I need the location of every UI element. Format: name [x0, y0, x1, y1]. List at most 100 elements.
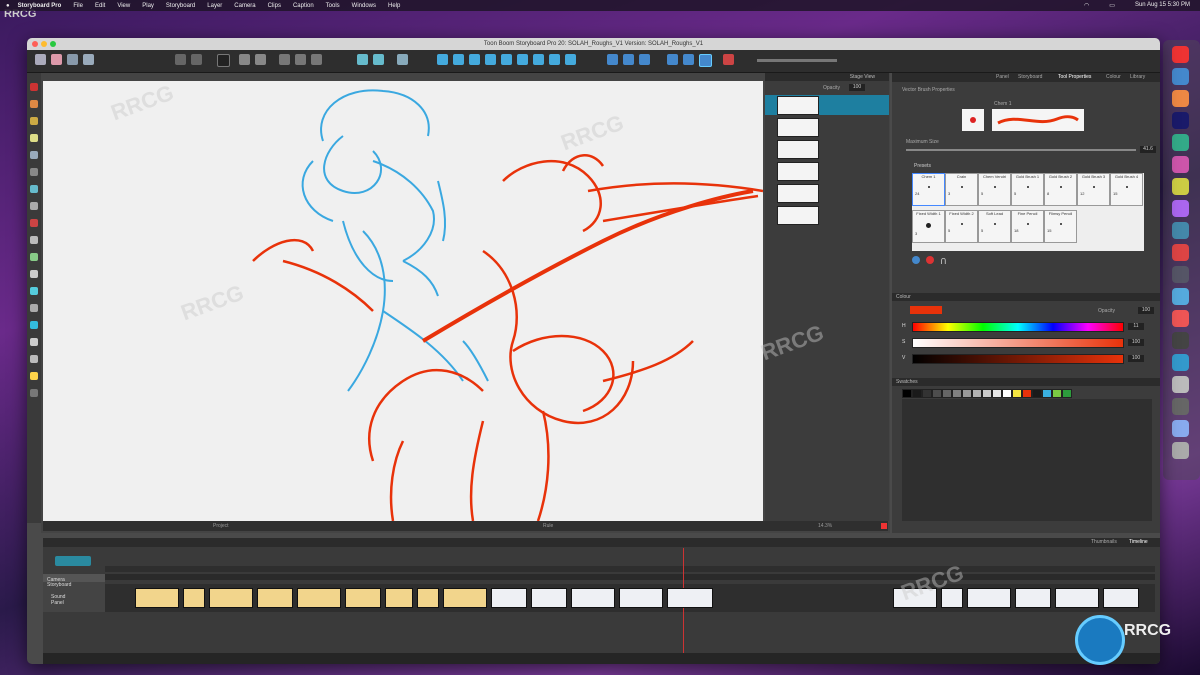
storyboard-panel-thumb[interactable] — [257, 588, 293, 608]
storyboard-panel-thumb[interactable] — [443, 588, 487, 608]
brush-preset-cell[interactable]: Crain 3 — [945, 173, 978, 206]
opacity-input[interactable]: 100 — [849, 84, 865, 91]
tab-thumbnails[interactable]: Thumbnails — [1091, 539, 1117, 545]
menu-play[interactable]: Play — [142, 3, 154, 9]
tool-icon[interactable] — [30, 389, 38, 397]
tool-icon[interactable] — [30, 168, 38, 176]
layer-thumbnail[interactable] — [777, 184, 819, 203]
colour-swatch[interactable] — [1022, 389, 1032, 398]
colour-opacity-input[interactable]: 100 — [1138, 307, 1154, 314]
camera-track-bar[interactable] — [105, 574, 1155, 580]
brush-preset-cell[interactable]: Gold Brush 2 8 — [1044, 173, 1077, 206]
storyboard-panel-thumb[interactable] — [1103, 588, 1139, 608]
tool-icon[interactable] — [30, 287, 38, 295]
tool-icon[interactable] — [30, 100, 38, 108]
play-first-icon[interactable] — [607, 54, 618, 65]
current-colour-swatch[interactable] — [910, 306, 942, 314]
colour-swatch[interactable] — [942, 389, 952, 398]
light-table-icon[interactable] — [279, 54, 290, 65]
timeline-controls[interactable] — [55, 556, 91, 566]
brush-dot-preview[interactable] — [962, 109, 984, 131]
brush-preset-cell[interactable]: Gold Brush 3 12 — [1077, 173, 1110, 206]
hue-input[interactable]: 11 — [1128, 323, 1144, 330]
menu-camera[interactable]: Camera — [234, 3, 255, 9]
brush-preset-cell[interactable]: Soft Lead 5 — [978, 210, 1011, 243]
loop-icon[interactable] — [667, 54, 678, 65]
tool-icon[interactable] — [30, 304, 38, 312]
brush-preset-cell[interactable]: Gold Brush 1 5 — [1011, 173, 1044, 206]
tab-panel[interactable]: Panel — [996, 74, 1009, 80]
redo-icon[interactable] — [191, 54, 202, 65]
colour-swatch[interactable] — [982, 389, 992, 398]
tool-icon[interactable] — [30, 134, 38, 142]
dock-app-icon[interactable] — [1172, 420, 1189, 437]
camera-3d-icon[interactable] — [397, 54, 408, 65]
tool-icon[interactable] — [30, 236, 38, 244]
layer-icon[interactable] — [549, 54, 560, 65]
scene-add-icon[interactable] — [485, 54, 496, 65]
storyboard-panel-thumb[interactable] — [297, 588, 341, 608]
max-size-input[interactable]: 41.6 — [1140, 146, 1156, 153]
zoom-out-icon[interactable] — [373, 54, 384, 65]
layer-thumbnail[interactable] — [777, 118, 819, 137]
tab-library[interactable]: Library — [1130, 74, 1145, 80]
colour-swatch[interactable] — [922, 389, 932, 398]
dock-app-icon[interactable] — [1172, 156, 1189, 173]
volume-slider[interactable] — [757, 59, 837, 62]
tool-icon[interactable] — [30, 202, 38, 210]
open-icon[interactable] — [51, 54, 62, 65]
tab-timeline[interactable]: Timeline — [1129, 539, 1148, 545]
play-next-icon[interactable] — [639, 54, 650, 65]
menu-view[interactable]: View — [117, 3, 130, 9]
tool-icon[interactable] — [30, 117, 38, 125]
export-icon[interactable] — [83, 54, 94, 65]
menu-help[interactable]: Help — [388, 3, 400, 9]
colour-swatch[interactable] — [902, 389, 912, 398]
colour-swatch[interactable] — [992, 389, 1002, 398]
tool-icon[interactable] — [30, 338, 38, 346]
panel-dup-icon[interactable] — [453, 54, 464, 65]
storyboard-panel-thumb[interactable] — [491, 588, 527, 608]
tool-icon[interactable] — [30, 321, 38, 329]
dock-app-icon[interactable] — [1172, 178, 1189, 195]
layer-thumbnail[interactable] — [777, 96, 819, 115]
layout-icon[interactable] — [295, 54, 306, 65]
dock-app-icon[interactable] — [1172, 46, 1189, 63]
menu-clips[interactable]: Clips — [268, 3, 281, 9]
tab-colour[interactable]: Colour — [1106, 74, 1121, 80]
dock-app-icon[interactable] — [1172, 244, 1189, 261]
save-icon[interactable] — [67, 54, 78, 65]
storyboard-panel-thumb[interactable] — [209, 588, 253, 608]
saturation-input[interactable]: 100 — [1128, 339, 1144, 346]
dock-app-icon[interactable] — [1172, 200, 1189, 217]
dock-app-icon[interactable] — [1172, 288, 1189, 305]
dock-app-icon[interactable] — [1172, 354, 1189, 371]
minimize-button[interactable] — [41, 41, 47, 47]
tool-icon[interactable] — [30, 372, 38, 380]
undo-icon[interactable] — [175, 54, 186, 65]
panel-delete-icon[interactable] — [469, 54, 480, 65]
panel-add-icon[interactable] — [437, 54, 448, 65]
brush-preset-cell[interactable]: Fixed Width 1 3 — [912, 210, 945, 243]
layer-2-icon[interactable] — [565, 54, 576, 65]
timeline-ruler[interactable] — [105, 566, 1155, 572]
storyboard-panel-thumb[interactable] — [385, 588, 413, 608]
max-size-slider[interactable] — [906, 149, 1136, 151]
tool-icon[interactable] — [30, 270, 38, 278]
layer-thumbnail[interactable] — [777, 162, 819, 181]
storyboard-panel-thumb[interactable] — [183, 588, 205, 608]
layout-2-icon[interactable] — [311, 54, 322, 65]
saturation-slider[interactable] — [912, 338, 1124, 348]
tab-tool-properties[interactable]: Tool Properties — [1058, 74, 1091, 80]
dock-app-icon[interactable] — [1172, 376, 1189, 393]
volume-icon[interactable] — [699, 54, 712, 67]
storyboard-panel-thumb[interactable] — [531, 588, 567, 608]
colour-swatch[interactable] — [1052, 389, 1062, 398]
sound-icon[interactable] — [683, 54, 694, 65]
storyboard-panel-thumb[interactable] — [571, 588, 615, 608]
new-project-icon[interactable] — [35, 54, 46, 65]
dock-app-icon[interactable] — [1172, 222, 1189, 239]
menu-layer[interactable]: Layer — [207, 3, 222, 9]
brush-preset-cell[interactable]: Flimsy Pencil 15 — [1044, 210, 1077, 243]
red-dot-icon[interactable] — [926, 256, 935, 264]
